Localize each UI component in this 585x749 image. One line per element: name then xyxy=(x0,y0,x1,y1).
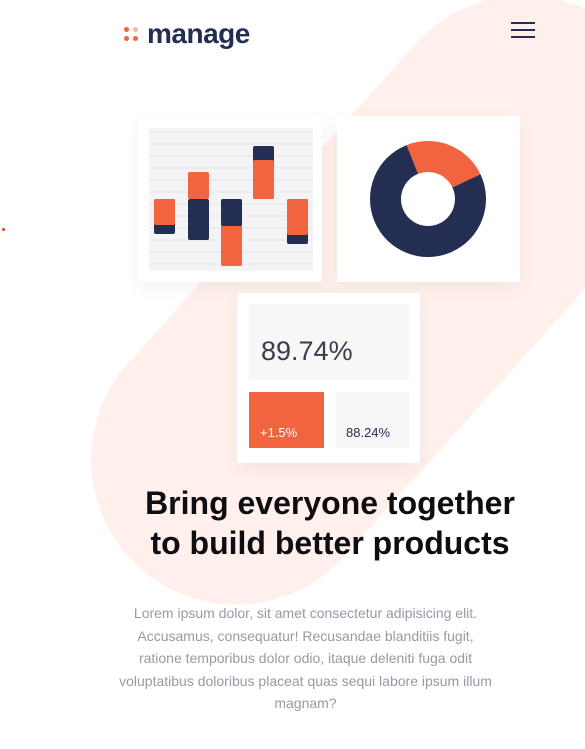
stats-card: 89.74% +1.5% 88.24% xyxy=(237,293,420,463)
bar-segment-orange xyxy=(154,199,175,225)
stat-secondary-value: 88.24% xyxy=(346,425,391,440)
hero-title: Bring everyone together to build better … xyxy=(0,483,585,563)
donut-chart-card xyxy=(337,116,520,282)
bar-chart-illustration xyxy=(149,128,313,271)
stat-main-box: 89.74% xyxy=(249,304,409,380)
logo-text: manage xyxy=(147,18,250,49)
bar-segment-orange xyxy=(253,160,274,199)
site-header: manage xyxy=(0,0,585,70)
bar-segment-orange xyxy=(188,172,209,199)
stat-secondary-box: 88.24% xyxy=(336,392,410,448)
bar-segment-navy xyxy=(188,199,209,240)
logo[interactable]: manage xyxy=(124,18,250,50)
hero-title-line-1: Bring everyone together xyxy=(145,485,515,521)
stat-main-value: 89.74% xyxy=(261,336,353,366)
bar-segment-orange xyxy=(287,199,308,235)
stat-change-box: +1.5% xyxy=(249,392,324,448)
stat-change-value: +1.5% xyxy=(260,425,298,440)
logo-dots-icon xyxy=(124,26,140,42)
bar-chart-card xyxy=(138,116,322,282)
stray-red-dot xyxy=(2,228,5,231)
hero-description: Lorem ipsum dolor, sit amet consectetur … xyxy=(119,605,492,711)
hero-title-line-2: to build better products xyxy=(150,525,510,561)
bar-segment-navy xyxy=(221,199,242,226)
hamburger-icon[interactable] xyxy=(511,21,535,39)
donut-chart-illustration xyxy=(370,141,486,257)
